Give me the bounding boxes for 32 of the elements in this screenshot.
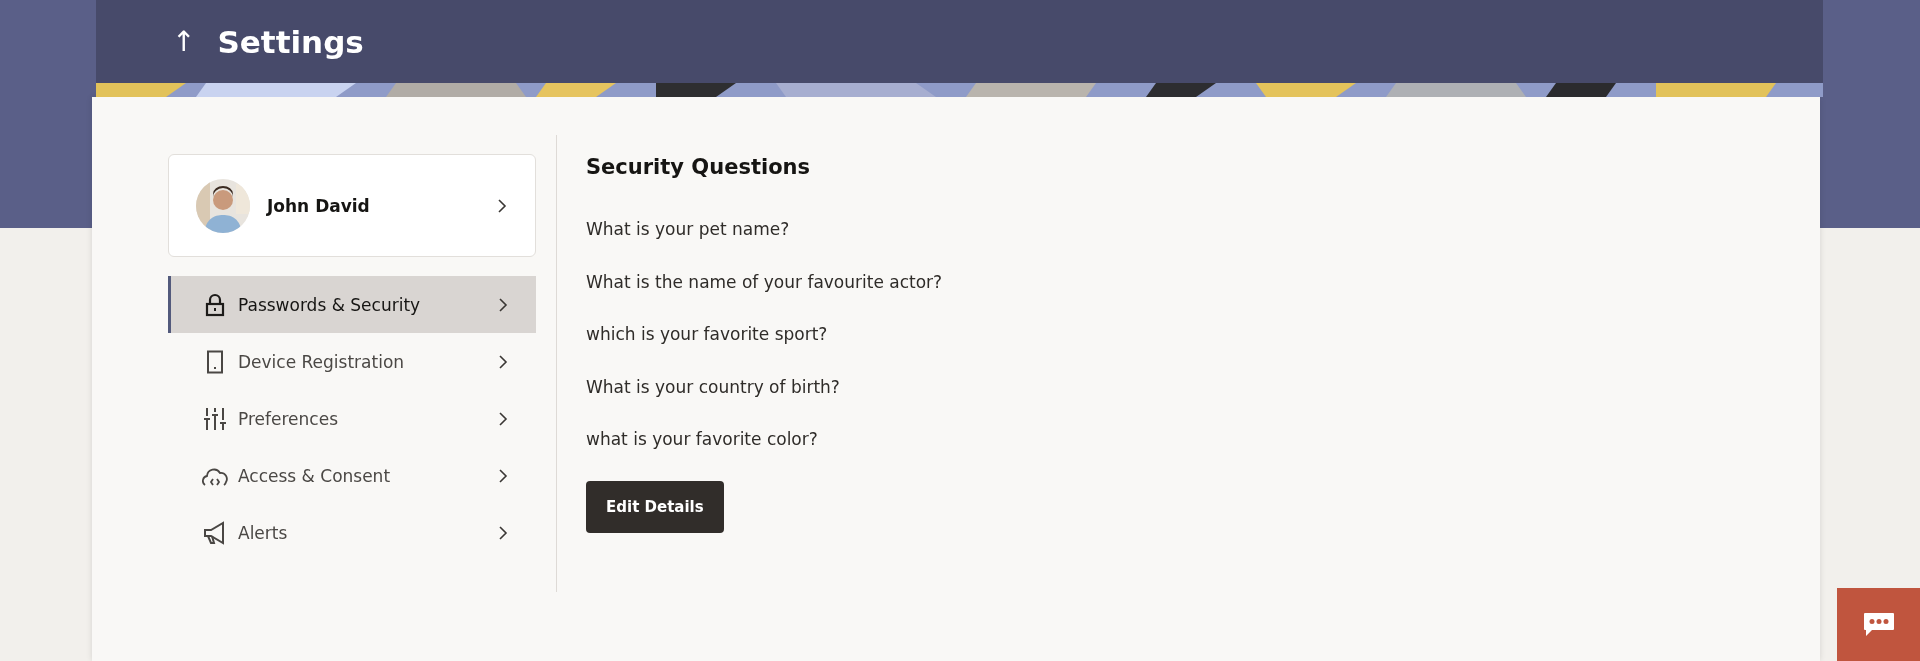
chevron-right-icon <box>499 297 508 312</box>
menu-label: Preferences <box>238 408 339 429</box>
chevron-right-icon <box>499 354 508 369</box>
menu-item[interactable]: Device Registration <box>168 333 536 390</box>
menu-label: Passwords & Security <box>238 294 422 315</box>
back-arrow[interactable]: ↑ <box>172 27 196 56</box>
profile-card[interactable]: John David <box>168 154 536 257</box>
question-text: What is the name of your favourite actor? <box>586 271 943 292</box>
chevron-right-icon <box>499 411 508 426</box>
menu-label: Access & Consent <box>238 465 392 486</box>
chat-icon[interactable] <box>1862 611 1895 638</box>
menu-item[interactable]: Preferences <box>168 390 536 447</box>
section-title: Security Questions <box>586 155 812 179</box>
megaphone-icon <box>203 520 227 545</box>
question-text: what is your favorite color? <box>586 429 818 449</box>
chevron-right-icon <box>499 468 508 483</box>
question-text: What is your country of birth? <box>586 376 840 397</box>
menu-item[interactable]: Access & Consent <box>168 447 536 504</box>
page-title: Settings <box>217 23 364 60</box>
menu-item[interactable]: Alerts <box>168 504 536 561</box>
menu-label: Device Registration <box>238 351 406 372</box>
chevron-right-icon <box>498 198 507 213</box>
user-name: John David <box>267 195 371 216</box>
chevron-right-icon <box>499 525 508 540</box>
menu-label: Alerts <box>238 522 289 543</box>
edit-details-button[interactable]: Edit Details <box>586 480 724 533</box>
question-text: What is your pet name? <box>586 219 790 239</box>
question-text: which is your favorite sport? <box>586 324 828 344</box>
menu-item[interactable]: Passwords & Security <box>168 276 536 333</box>
sliders-icon <box>204 406 226 431</box>
lock-icon <box>205 292 225 317</box>
phone-icon <box>205 349 225 374</box>
